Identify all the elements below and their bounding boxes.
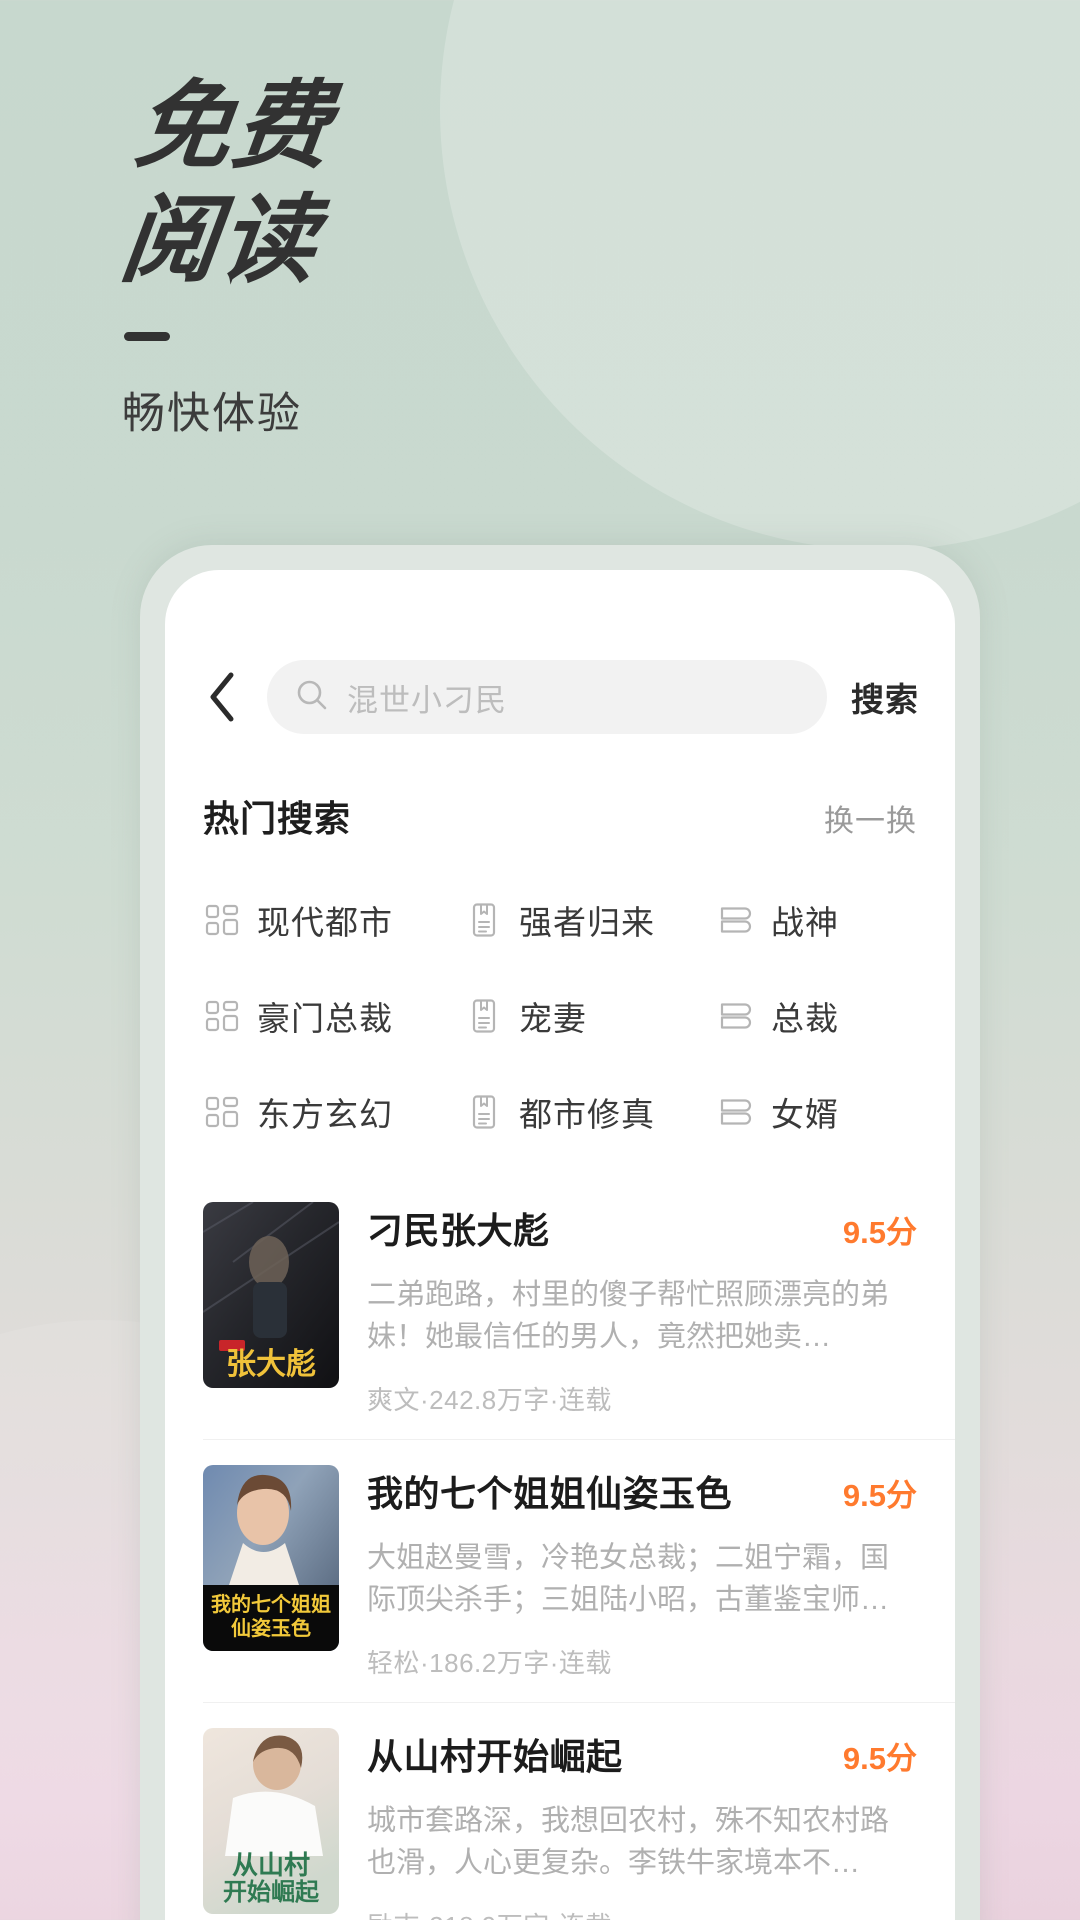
stacked-bars-icon: [717, 1093, 755, 1131]
hero-subtitle: 畅快体验: [122, 390, 302, 438]
book-score: 9.5分: [842, 1215, 917, 1250]
search-placeholder: 混世小刁民: [347, 682, 507, 718]
book-list-icon: [465, 997, 503, 1035]
book-list-icon: [465, 1093, 503, 1131]
phone-mockup: 混世小刁民 搜索 热门搜索 换一换 现代都市 强者归来 战神 豪门总裁 宠妻 总…: [140, 545, 980, 1920]
back-button[interactable]: [201, 669, 243, 725]
book-cover: 张大彪: [203, 1202, 339, 1388]
hot-search-tag-label: 总裁: [771, 1000, 839, 1037]
book-title: 我的七个姐姐仙姿玉色: [367, 1473, 733, 1515]
hot-search-tag-label: 现代都市: [257, 904, 393, 941]
book-description: 大姐赵曼雪，冷艳女总裁；二姐宁霜，国际顶尖杀手；三姐陆小昭，古董鉴宝师…: [367, 1542, 890, 1617]
hot-search-tag[interactable]: 强者归来: [465, 896, 717, 944]
book-description: 城市套路深，我想回农村，殊不知农村路也滑，人心更复杂。李铁牛家境本不…: [367, 1805, 890, 1880]
hot-search-tag-label: 宠妻: [519, 1000, 587, 1037]
hot-search-title: 热门搜索: [203, 798, 352, 839]
hot-search-tag-label: 女婿: [771, 1096, 839, 1133]
book-title: 刁民张大彪: [367, 1210, 550, 1251]
list-item[interactable]: 从山村 开始崛起 从山村开始崛起 9.5分 城市套路深，我想回农村，殊不知农村路…: [165, 1702, 955, 1920]
grid-blocks-icon: [203, 901, 241, 939]
hot-search-tag[interactable]: 现代都市: [203, 896, 465, 944]
search-submit-button[interactable]: 搜索: [851, 673, 919, 721]
list-item[interactable]: 张大彪 刁民张大彪 9.5分 二弟跑路，村里的傻子帮忙照顾漂亮的弟妹！她最信任的…: [165, 1176, 955, 1439]
hero-title-line2: 阅读: [115, 184, 325, 296]
list-item[interactable]: 我的七个姐姐 仙姿玉色 我的七个姐姐仙姿玉色 9.5分 大姐赵曼雪，冷艳女总裁；…: [165, 1439, 955, 1702]
hot-search-row: 东方玄幻 都市修真 女婿: [203, 1064, 917, 1160]
hot-search-tag[interactable]: 战神: [717, 896, 917, 944]
hot-search-row: 豪门总裁 宠妻 总裁: [203, 968, 917, 1064]
hot-search-tag[interactable]: 东方玄幻: [203, 1088, 465, 1136]
hot-search-tag-label: 战神: [771, 904, 839, 941]
hero-section: 免费 阅读 畅快体验: [115, 70, 339, 441]
book-title: 从山村开始崛起: [367, 1736, 623, 1778]
hot-search-tag[interactable]: 都市修真: [465, 1088, 717, 1136]
hot-search-tag-label: 东方玄幻: [257, 1096, 393, 1133]
svg-text:从山村: 从山村: [232, 1851, 310, 1881]
book-score: 9.5分: [842, 1478, 917, 1514]
book-cover: 我的七个姐姐 仙姿玉色: [203, 1465, 339, 1652]
book-title-row: 我的七个姐姐仙姿玉色 9.5分: [367, 1465, 917, 1517]
search-bar: 混世小刁民 搜索: [165, 638, 955, 756]
book-description: 二弟跑路，村里的傻子帮忙照顾漂亮的弟妹！她最信任的男人，竟然把她卖…: [367, 1279, 890, 1354]
hot-search-tag-grid: 现代都市 强者归来 战神 豪门总裁 宠妻 总裁 东方玄幻 都市修真 女婿: [165, 872, 955, 1160]
hot-search-tag-label: 强者归来: [519, 904, 655, 941]
hot-search-header: 热门搜索 换一换: [165, 790, 955, 842]
stacked-bars-icon: [717, 997, 755, 1035]
search-result-list: 张大彪 刁民张大彪 9.5分 二弟跑路，村里的傻子帮忙照顾漂亮的弟妹！她最信任的…: [165, 1176, 955, 1920]
book-info: 刁民张大彪 9.5分 二弟跑路，村里的傻子帮忙照顾漂亮的弟妹！她最信任的男人，竟…: [367, 1202, 917, 1417]
book-title-row: 刁民张大彪 9.5分: [367, 1202, 917, 1254]
book-meta: 爽文·242.8万字·连载: [367, 1385, 612, 1416]
hot-search-tag[interactable]: 宠妻: [465, 992, 717, 1040]
hot-search-tag-label: 都市修真: [519, 1096, 655, 1133]
book-score: 9.5分: [842, 1741, 917, 1777]
book-info: 从山村开始崛起 9.5分 城市套路深，我想回农村，殊不知农村路也滑，人心更复杂。…: [367, 1728, 917, 1920]
hot-search-tag-label: 豪门总裁: [257, 1000, 393, 1037]
book-info: 我的七个姐姐仙姿玉色 9.5分 大姐赵曼雪，冷艳女总裁；二姐宁霜，国际顶尖杀手；…: [367, 1465, 917, 1680]
hot-search-row: 现代都市 强者归来 战神: [203, 872, 917, 968]
book-meta: 励志·218.9万字·连载: [367, 1906, 917, 1920]
book-list-icon: [465, 901, 503, 939]
hero-divider: [124, 332, 170, 341]
stacked-bars-icon: [717, 901, 755, 939]
book-title-row: 从山村开始崛起 9.5分: [367, 1728, 917, 1780]
hot-search-tag[interactable]: 豪门总裁: [203, 992, 465, 1040]
chevron-left-icon: [207, 671, 237, 723]
grid-blocks-icon: [203, 1093, 241, 1131]
hot-search-tag[interactable]: 总裁: [717, 992, 917, 1040]
hero-title-line1: 免费: [129, 70, 339, 182]
background-blob-top-right: [440, 0, 1080, 550]
svg-text:张大彪: 张大彪: [226, 1347, 316, 1382]
grid-blocks-icon: [203, 997, 241, 1035]
book-cover: 从山村 开始崛起: [203, 1728, 339, 1915]
page-title: 免费 阅读: [115, 70, 339, 296]
hot-search-tag[interactable]: 女婿: [717, 1088, 917, 1136]
refresh-hot-search-button[interactable]: 换一换: [824, 796, 917, 840]
search-icon: [295, 678, 329, 717]
search-input[interactable]: 混世小刁民: [267, 660, 827, 734]
book-meta: 轻松·186.2万字·连载: [367, 1648, 612, 1679]
svg-text:我的七个姐姐: 我的七个姐姐: [211, 1592, 331, 1616]
phone-screen: 混世小刁民 搜索 热门搜索 换一换 现代都市 强者归来 战神 豪门总裁 宠妻 总…: [165, 570, 955, 1920]
svg-text:开始崛起: 开始崛起: [223, 1878, 320, 1906]
svg-text:仙姿玉色: 仙姿玉色: [231, 1616, 311, 1640]
